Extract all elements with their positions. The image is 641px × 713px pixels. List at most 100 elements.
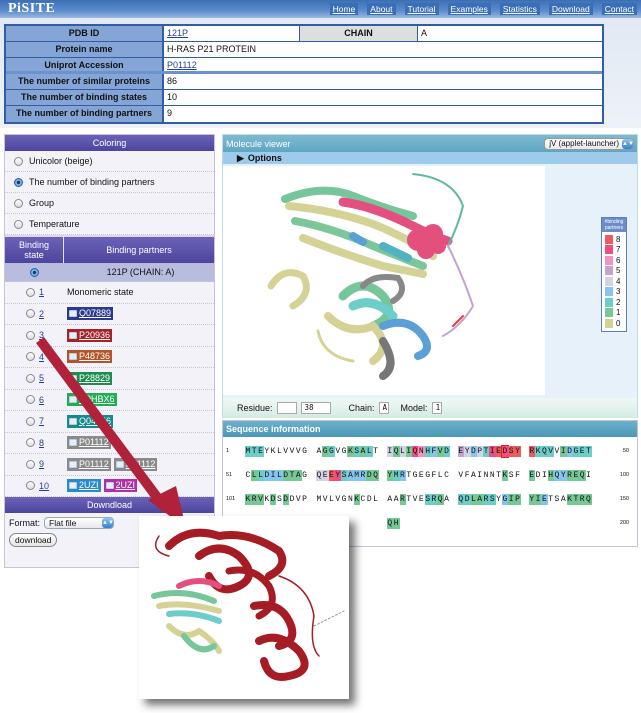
residue[interactable]: F <box>515 470 521 481</box>
structure-icon <box>69 482 77 490</box>
residue[interactable] <box>586 518 592 529</box>
residue[interactable]: P <box>514 493 521 505</box>
nav-home[interactable]: Home <box>329 3 359 15</box>
residue[interactable]: T <box>373 446 379 457</box>
chain-field-label: Chain: <box>348 403 375 413</box>
coloring-option[interactable]: Unicolor (beige) <box>5 151 214 172</box>
coloring-option[interactable]: The number of binding partners <box>5 172 214 193</box>
residue[interactable]: G <box>302 470 308 481</box>
format-select[interactable]: Flat file ▲▼ <box>44 517 115 529</box>
residue[interactable]: Y <box>514 445 521 457</box>
binding-partner-link[interactable]: Q04956 <box>67 414 114 428</box>
legend-swatch <box>605 318 613 328</box>
download-button[interactable]: download <box>9 533 58 547</box>
sequence-block: IQLIQNHFVD <box>386 445 450 457</box>
residue[interactable]: L <box>373 494 379 505</box>
radio-button[interactable] <box>14 177 23 187</box>
residue[interactable]: Q <box>372 469 379 481</box>
residue[interactable]: I <box>586 470 592 481</box>
binding-partner-link[interactable]: P48736 <box>67 350 113 364</box>
residue-name-field[interactable] <box>276 402 297 414</box>
binding-state-link[interactable]: 10 <box>39 481 49 491</box>
viewer-type-select[interactable]: jV (applet-launcher) ▲▼ <box>544 137 634 150</box>
binding-state-link[interactable]: 2 <box>39 309 44 319</box>
legend-swatch <box>605 266 613 276</box>
residue[interactable] <box>373 518 379 529</box>
coloring-option[interactable]: Group <box>5 193 214 214</box>
binding-partner-link[interactable]: P20936 <box>67 328 113 342</box>
binding-partner-link[interactable]: Q07889 <box>67 307 114 321</box>
residue-number-field[interactable]: 38 <box>300 402 331 414</box>
radio-button[interactable] <box>26 330 35 340</box>
residue[interactable]: P <box>302 494 308 505</box>
binding-state-link[interactable]: 5 <box>39 373 44 383</box>
binding-row-selected[interactable]: 121P (CHAIN: A) <box>5 263 214 282</box>
residue[interactable] <box>444 518 450 529</box>
chain-field[interactable]: A <box>378 402 389 414</box>
radio-button[interactable] <box>26 481 35 491</box>
uniprot-link[interactable]: P01112 <box>167 60 197 70</box>
residue[interactable] <box>515 518 521 529</box>
binding-partner-link[interactable]: P01112 <box>113 457 158 471</box>
residue[interactable]: C <box>444 470 450 481</box>
coloring-option[interactable]: Temperature <box>5 214 214 235</box>
radio-button[interactable] <box>26 287 35 297</box>
binding-state-row: 3 P20936 <box>5 325 214 347</box>
binding-state-link[interactable]: 4 <box>39 352 44 362</box>
residue[interactable]: D <box>443 445 450 457</box>
binding-partner-link[interactable]: P01112 <box>67 457 111 471</box>
options-toggle[interactable]: ▶ Options <box>223 152 637 164</box>
sequence-block: MTEYKLVVVG <box>245 445 308 457</box>
nav-contact[interactable]: Contact <box>601 3 637 15</box>
radio-button[interactable] <box>26 438 35 448</box>
binding-state-row: 6 Q9HBX6 <box>5 390 214 411</box>
legend-swatch <box>605 297 613 307</box>
binding-partner-link[interactable]: P01112 <box>67 436 111 450</box>
binding-state-link[interactable]: 8 <box>39 438 44 448</box>
radio-button[interactable] <box>26 395 35 405</box>
binding-partner-link[interactable]: 2UZI <box>103 479 138 493</box>
options-label: Options <box>247 153 282 163</box>
radio-button[interactable] <box>14 156 23 166</box>
download-header: Downdload <box>5 497 214 513</box>
sequence-block: YIETSAKTRQ <box>528 493 592 505</box>
model-field[interactable]: 1 <box>431 402 442 414</box>
binding-state-link[interactable]: 1 <box>39 287 44 297</box>
nav-about[interactable]: About <box>367 3 396 15</box>
binding-state-link[interactable]: 7 <box>39 416 44 426</box>
radio-button[interactable] <box>14 198 23 208</box>
structure-icon <box>69 417 77 425</box>
chain-label: CHAIN <box>300 26 418 41</box>
radio-button[interactable] <box>14 219 23 229</box>
binding-state-link[interactable]: 9 <box>39 459 44 469</box>
binding-state-row: 7 Q04956 <box>5 411 214 433</box>
legend-swatch <box>605 255 613 265</box>
residue[interactable]: T <box>585 445 592 457</box>
sequence-row: 51 C L L D I L D T A G Q E E Y S A M R D Q Y M R T G E G F L C V F A I N N T K… <box>223 463 637 487</box>
binding-partner-link[interactable]: 2UZI <box>67 479 101 493</box>
binding-state-link[interactable]: 6 <box>39 395 44 405</box>
residue[interactable]: A <box>444 494 450 505</box>
radio-selected[interactable] <box>30 267 39 277</box>
nav-examples[interactable]: Examples <box>447 3 491 15</box>
site-logo[interactable]: PiSITE <box>8 1 55 17</box>
radio-button[interactable] <box>26 309 35 319</box>
molecule-3d-canvas[interactable] <box>223 166 545 395</box>
binding-state-link[interactable]: 3 <box>39 330 44 340</box>
radio-button[interactable] <box>26 416 35 426</box>
pdb-id-link[interactable]: 121P <box>167 28 188 38</box>
nav-tutorial[interactable]: Tutorial <box>404 3 439 15</box>
sequence-block: QEEYSAMRDQ <box>315 469 379 481</box>
residue[interactable]: Q <box>585 493 592 505</box>
residue[interactable]: G <box>302 446 308 457</box>
radio-button[interactable] <box>26 373 35 383</box>
radio-button[interactable] <box>26 352 35 362</box>
nav-download[interactable]: Download <box>548 3 593 15</box>
left-panel: Coloring Unicolor (beige) The number of b… <box>4 134 215 568</box>
radio-button[interactable] <box>26 459 35 469</box>
info-row-partners: The number of binding partners 9 <box>6 106 602 122</box>
nav-statistics[interactable]: Statistics <box>499 3 540 15</box>
binding-partner-link[interactable]: P28829 <box>67 371 113 385</box>
viewer-type-value: jV (applet-launcher) <box>549 139 619 148</box>
binding-partner-link[interactable]: Q9HBX6 <box>67 393 117 407</box>
